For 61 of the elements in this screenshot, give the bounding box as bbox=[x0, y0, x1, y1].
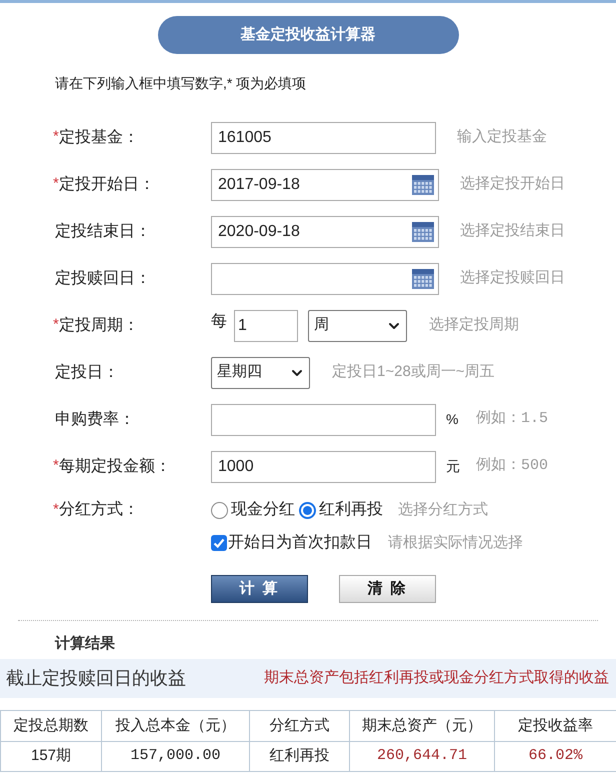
column-header: 定投总期数 bbox=[0, 710, 102, 742]
option-label[interactable]: 现金分红 bbox=[231, 498, 295, 522]
results-note: 期末总资产包括红利再投或现金分红方式取得的收益 bbox=[264, 668, 609, 688]
hint-text: 选择定投赎回日 bbox=[460, 268, 565, 288]
required-mark: * bbox=[53, 174, 59, 194]
field-label: 定投日： bbox=[55, 362, 119, 382]
required-mark: * bbox=[53, 456, 59, 476]
field-label: 申购费率： bbox=[55, 410, 135, 430]
field-label: 每期定投金额： bbox=[58, 456, 171, 476]
hint-text: 例如：1.5 bbox=[476, 409, 548, 430]
checkbox-label[interactable]: 开始日为首次扣款日 bbox=[228, 531, 372, 555]
day-dropdown[interactable]: 星期四 bbox=[211, 356, 310, 388]
hint-text: 选择分红方式 bbox=[398, 500, 488, 520]
unit-dropdown[interactable]: 周 bbox=[308, 310, 407, 342]
calendar-icon[interactable] bbox=[412, 268, 434, 288]
hint-text: 输入定投基金 bbox=[457, 127, 547, 148]
required-mark: * bbox=[53, 500, 59, 520]
hint-text: 例如：500 bbox=[476, 456, 548, 476]
prefix-text: 每 bbox=[211, 312, 227, 332]
calculator-title: 基金定投收益计算器 bbox=[158, 16, 458, 54]
hint-text: 请根据实际情况选择 bbox=[388, 532, 523, 553]
required-mark: * bbox=[53, 127, 59, 148]
column-header: 定投收益率 bbox=[494, 710, 616, 742]
table-cell: 260,644.71 bbox=[350, 742, 494, 772]
date-field[interactable] bbox=[211, 262, 439, 294]
text-input[interactable]: 161005 bbox=[211, 122, 436, 154]
number-input[interactable]: 1 bbox=[234, 310, 298, 342]
date-field[interactable]: 2017-09-18 bbox=[211, 168, 439, 200]
radio-button[interactable] bbox=[211, 502, 228, 518]
hint-text: 定投日1~28或周一~周五 bbox=[332, 362, 495, 382]
hint-text: 选择定投结束日 bbox=[460, 221, 565, 242]
field-label: 分红方式： bbox=[58, 500, 139, 520]
unit-text: 元 bbox=[446, 457, 461, 476]
calculate-button[interactable]: 计 算 bbox=[211, 575, 308, 603]
hint-text: 选择定投周期 bbox=[429, 315, 519, 336]
table-cell: 红利再投 bbox=[250, 742, 350, 772]
field-label: 定投开始日： bbox=[58, 174, 155, 194]
date-field[interactable]: 2020-09-18 bbox=[211, 216, 439, 248]
field-label: 定投赎回日： bbox=[55, 268, 151, 288]
checkbox[interactable] bbox=[211, 535, 227, 551]
calendar-icon[interactable] bbox=[412, 174, 434, 194]
results-heading: 计算结果 bbox=[55, 634, 115, 654]
field-label: 定投周期： bbox=[58, 316, 139, 336]
field-label: 定投基金： bbox=[58, 128, 139, 148]
column-header: 投入总本金（元） bbox=[102, 710, 250, 742]
unit-text: % bbox=[446, 410, 460, 429]
radio-button[interactable] bbox=[299, 502, 316, 518]
required-mark: * bbox=[53, 315, 59, 336]
table-cell: 157期 bbox=[0, 742, 102, 772]
hint-text: 选择定投开始日 bbox=[460, 174, 565, 194]
option-label[interactable]: 红利再投 bbox=[319, 498, 383, 522]
table-cell: 157,000.00 bbox=[102, 742, 250, 772]
column-header: 分红方式 bbox=[250, 710, 350, 742]
text-input[interactable] bbox=[211, 404, 436, 436]
calendar-icon[interactable] bbox=[412, 222, 434, 242]
text-input[interactable]: 1000 bbox=[211, 450, 436, 482]
column-header: 期末总资产（元） bbox=[350, 710, 494, 742]
field-label: 定投结束日： bbox=[55, 222, 151, 242]
results-title: 截止定投赎回日的收益 bbox=[6, 667, 186, 690]
instruction-text: 请在下列输入框中填写数字,* 项为必填项 bbox=[55, 74, 306, 92]
clear-button[interactable]: 清 除 bbox=[339, 575, 436, 603]
